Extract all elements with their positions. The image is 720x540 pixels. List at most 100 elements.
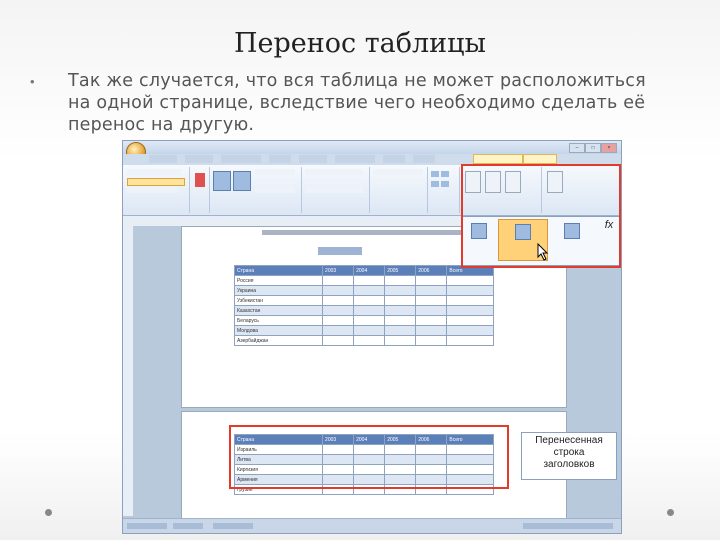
ribbon-group <box>191 167 210 213</box>
ribbon-tab[interactable] <box>383 155 405 163</box>
table-cell <box>415 315 448 326</box>
ribbon-tab-active[interactable] <box>523 154 557 164</box>
slide-title: Перенос таблицы <box>233 28 487 59</box>
ribbon-item[interactable] <box>305 187 363 193</box>
header-text-line <box>262 230 492 235</box>
table-row: Беларусь <box>233 315 494 326</box>
table-cell <box>353 295 386 306</box>
align-icon[interactable] <box>431 171 439 177</box>
table-cell <box>415 305 448 316</box>
table-cell <box>384 285 417 296</box>
ribbon-group <box>125 167 190 213</box>
status-item <box>213 523 253 529</box>
highlight-header-row-box <box>229 425 509 489</box>
callout-line1: Перенесенная <box>535 435 603 446</box>
zoom-slider[interactable] <box>523 523 613 529</box>
slide-decoration-dot <box>45 509 52 516</box>
ribbon-item[interactable] <box>127 169 181 175</box>
table-cell <box>446 325 494 336</box>
table-cell <box>384 295 417 306</box>
ribbon-item-selected[interactable] <box>127 178 185 186</box>
delete-icon[interactable] <box>195 173 205 187</box>
align-icon[interactable] <box>441 171 449 177</box>
table-cell: Азербайджан <box>233 335 324 346</box>
table-cell <box>415 285 448 296</box>
ribbon-item[interactable] <box>255 169 295 175</box>
table-cell <box>415 335 448 346</box>
status-bar <box>123 518 621 533</box>
table-cell: Казахстан <box>233 305 324 316</box>
bullet-marker: • <box>30 74 35 89</box>
ribbon-item[interactable] <box>305 178 363 184</box>
ribbon-item[interactable] <box>305 169 363 175</box>
ribbon-tab[interactable] <box>221 155 261 163</box>
word-screenshot: – □ × Страна 2003 2004 2005 2006 Всего Р… <box>122 140 622 534</box>
table-cell <box>446 315 494 326</box>
align-icon[interactable] <box>441 181 449 187</box>
table-row: Россия <box>233 275 494 286</box>
slide-decoration-dot <box>667 509 674 516</box>
table-cell <box>415 325 448 336</box>
document-title <box>318 247 362 255</box>
table-cell <box>384 335 417 346</box>
vertical-ruler[interactable] <box>123 226 134 516</box>
ribbon-item[interactable] <box>373 169 423 175</box>
table-row: Украина <box>233 285 494 296</box>
ribbon-item[interactable] <box>255 178 295 184</box>
ribbon-tab[interactable] <box>149 155 177 163</box>
table-cell <box>415 275 448 286</box>
table-cell <box>353 325 386 336</box>
ribbon-tab[interactable] <box>335 155 375 163</box>
ribbon-tab[interactable] <box>269 155 291 163</box>
table-cell <box>353 285 386 296</box>
table-cell: Молдова <box>233 325 324 336</box>
ribbon-item[interactable] <box>255 187 295 193</box>
ribbon-tab[interactable] <box>299 155 327 163</box>
table-cell <box>384 315 417 326</box>
table-row: Узбекистан <box>233 295 494 306</box>
data-table: Страна 2003 2004 2005 2006 Всего Россия Украина… <box>233 265 494 346</box>
table-header-cell: 2005 <box>384 265 417 276</box>
status-item <box>127 523 167 529</box>
ribbon-group <box>371 167 428 213</box>
ribbon-item[interactable] <box>373 178 423 184</box>
maximize-button[interactable]: □ <box>585 143 601 153</box>
table-header-cell: 2003 <box>322 265 355 276</box>
ribbon-group <box>211 167 302 213</box>
minimize-button[interactable]: – <box>569 143 585 153</box>
ribbon-tab-active[interactable] <box>473 154 523 164</box>
table-header-row: Страна 2003 2004 2005 2006 Всего <box>233 265 494 276</box>
table-cell <box>322 335 355 346</box>
table-cell <box>446 295 494 306</box>
table-cell <box>384 305 417 316</box>
ribbon-group <box>429 167 460 213</box>
insert-row-icon[interactable] <box>233 171 251 191</box>
status-item <box>173 523 203 529</box>
table-cell <box>446 285 494 296</box>
callout-line2: строка <box>553 447 585 458</box>
table-cell <box>322 305 355 316</box>
table-cell <box>384 275 417 286</box>
table-cell: Узбекистан <box>233 295 324 306</box>
ribbon-group <box>303 167 370 213</box>
table-header-cell: 2006 <box>415 265 448 276</box>
ribbon-tab[interactable] <box>185 155 213 163</box>
slide-body-text: Так же случается, что вся таблица не мож… <box>68 71 646 135</box>
close-button[interactable]: × <box>601 143 617 153</box>
ribbon-tab[interactable] <box>413 155 435 163</box>
window-titlebar: – □ × <box>123 141 621 154</box>
table-cell: Россия <box>233 275 324 286</box>
table-cell <box>322 275 355 286</box>
callout-line3: заголовков <box>543 459 595 470</box>
table-cell <box>353 335 386 346</box>
ribbon-item[interactable] <box>127 187 177 193</box>
table-cell <box>446 335 494 346</box>
table-row: Молдова <box>233 325 494 336</box>
table-header-cell: 2004 <box>353 265 386 276</box>
align-icon[interactable] <box>431 181 439 187</box>
table-cell <box>322 285 355 296</box>
table-row: Казахстан <box>233 305 494 316</box>
table-cell <box>446 305 494 316</box>
table-cell <box>353 275 386 286</box>
insert-row-icon[interactable] <box>213 171 231 191</box>
